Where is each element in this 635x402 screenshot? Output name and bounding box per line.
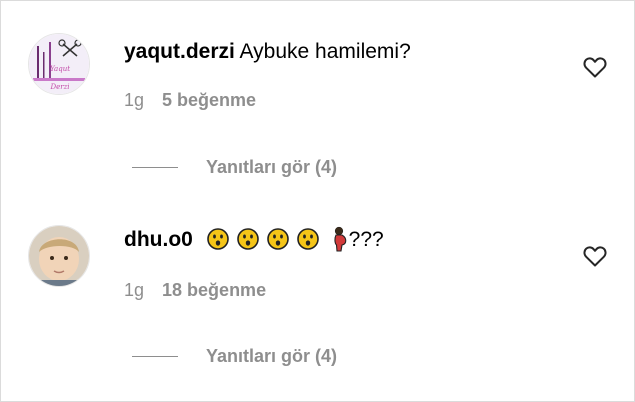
likes-count[interactable]: 18 beğenme [162,280,266,300]
hushed-face-emoji [296,228,319,250]
view-replies-button[interactable]: Yanıtları gör (4) [132,155,337,179]
comment-meta: 1g 5 beğenme [124,90,256,111]
hushed-face-emoji [266,228,289,250]
view-replies-button[interactable]: Yanıtları gör (4) [132,344,337,368]
pregnant-woman-emoji [334,226,346,252]
avatar-image [29,226,89,286]
comment-meta: 1g 18 beğenme [124,280,266,301]
comment-item: dhu.o0 ??? 1g 18 beğenme Yanıtları gör (4… [0,190,635,380]
comment-time: 1g [124,280,145,300]
comment-line: yaqut.derzi Aybuke hamilemi? [124,40,411,80]
username[interactable]: yaqut.derzi [124,40,235,63]
avatar[interactable]: Yaqut Derzi [28,33,90,95]
avatar-logo-text-1: Yaqut [50,65,70,73]
likes-count[interactable]: 5 beğenme [162,90,256,110]
avatar-logo-text-2: Derzi [49,83,69,91]
heart-icon[interactable] [583,245,607,267]
comment-text: Aybuke hamilemi? [239,40,411,63]
comment-line: dhu.o0 ??? [124,226,384,266]
comment-time: 1g [124,90,145,110]
username[interactable]: dhu.o0 [124,228,193,251]
hushed-face-emoji [206,228,229,250]
emoji-group [199,226,349,252]
replies-divider [132,355,178,357]
comment-text: ??? [348,228,384,251]
view-replies-label: Yanıtları gör (4) [206,156,338,177]
avatar[interactable] [28,225,90,287]
comment-item: Yaqut Derzi yaqut.derzi Aybuke hamilemi?… [0,0,635,190]
replies-divider [132,166,178,168]
heart-icon[interactable] [583,56,607,78]
avatar-image: Yaqut Derzi [29,34,89,94]
view-replies-label: Yanıtları gör (4) [206,345,338,366]
hushed-face-emoji [236,228,259,250]
